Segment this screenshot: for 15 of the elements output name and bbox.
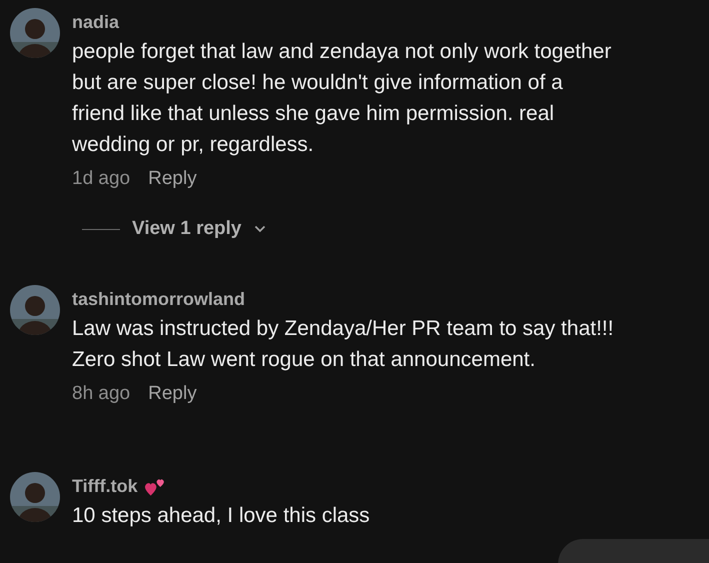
avatar[interactable] bbox=[10, 8, 60, 58]
comment-time: 1d ago bbox=[72, 168, 130, 190]
reply-link[interactable]: Reply bbox=[148, 168, 197, 190]
comment-text: people forget that law and zendaya not only work together but are super close! he wouldn't give information of a friend like that unless she gave him permission. real wedding or pr, regardless. bbox=[72, 39, 612, 158]
chevron-down-icon[interactable] bbox=[254, 225, 266, 233]
avatar[interactable] bbox=[10, 472, 60, 522]
username[interactable]: tashintomorrowland bbox=[72, 288, 246, 310]
view-replies-link[interactable]: View 1 reply bbox=[132, 218, 242, 240]
comment-text: Law was instructed by Zendaya/Her PR team to say that!!! Zero shot Law went rogue on that announcement. bbox=[72, 316, 614, 373]
reply-link[interactable]: Reply bbox=[148, 383, 197, 405]
comment-text: 10 steps ahead, I love this class bbox=[72, 503, 370, 529]
comment-time: 8h ago bbox=[72, 383, 130, 405]
avatar[interactable] bbox=[10, 285, 60, 335]
username[interactable]: Tifff.tok bbox=[72, 476, 138, 496]
username[interactable]: nadia bbox=[72, 12, 120, 32]
